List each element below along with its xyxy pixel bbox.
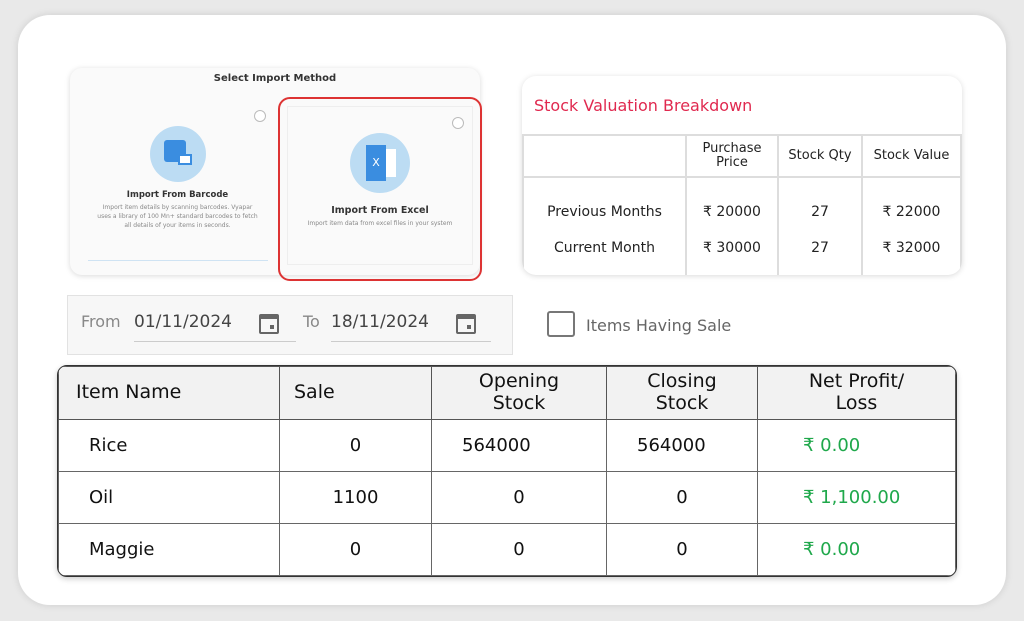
to-date-value: 18/11/2024 [331, 312, 429, 332]
items-having-sale-label: Items Having Sale [586, 316, 731, 335]
items-table: Item Name Sale Opening Stock Closing Sto… [57, 365, 957, 577]
import-excel-option[interactable]: X Import From Excel Import item data fro… [278, 97, 482, 281]
cell: ₹ 0.00 [758, 524, 956, 576]
calendar-icon[interactable] [259, 314, 279, 334]
cell: ₹ 0.00 [758, 420, 956, 472]
calendar-icon[interactable] [456, 314, 476, 334]
from-date-input[interactable]: 01/11/2024 [134, 306, 296, 342]
from-label: From [81, 312, 121, 331]
excel-radio[interactable] [452, 117, 464, 129]
import-barcode-option[interactable]: Import From Barcode Import item details … [95, 126, 260, 230]
purchase-price: ₹ 20000₹ 30000 [686, 177, 778, 275]
cell: 1100 [280, 472, 432, 524]
col-header: Net Profit/ Loss [758, 367, 956, 420]
excel-desc: Import item data from excel files in you… [290, 219, 470, 228]
cell: 0 [607, 524, 758, 576]
cell: 564000 [607, 420, 758, 472]
excel-icon: X [350, 133, 410, 193]
valuation-table: Purchase PriceStock QtyStock Value Previ… [522, 134, 962, 275]
cell: Oil [59, 472, 280, 524]
valuation-title: Stock Valuation Breakdown [534, 96, 752, 115]
col-header: Sale [280, 367, 432, 420]
import-title: Select Import Method [70, 73, 480, 84]
items-having-sale-checkbox[interactable] [547, 311, 575, 337]
col-header: Purchase Price [686, 135, 778, 177]
col-header: Item Name [59, 367, 280, 420]
cell: 564000 [432, 420, 607, 472]
barcode-box-icon [150, 126, 206, 182]
col-header: Opening Stock [432, 367, 607, 420]
cell: 0 [280, 524, 432, 576]
col-header [523, 135, 686, 177]
col-header: Stock Value [862, 135, 961, 177]
col-header: Stock Qty [778, 135, 862, 177]
cell: ₹ 1,100.00 [758, 472, 956, 524]
cell: 0 [607, 472, 758, 524]
stock-valuation-card: Stock Valuation Breakdown Purchase Price… [522, 76, 962, 275]
stock-qty: 2727 [778, 177, 862, 275]
date-filter: From 01/11/2024 To 18/11/2024 [67, 295, 513, 355]
barcode-radio[interactable] [254, 110, 266, 122]
cell: 0 [432, 472, 607, 524]
row-labels: Previous MonthsCurrent Month [523, 177, 686, 275]
stock-value: ₹ 22000₹ 32000 [862, 177, 961, 275]
table-row: Oil110000₹ 1,100.00 [59, 472, 956, 524]
cell: Maggie [59, 524, 280, 576]
cell: Rice [59, 420, 280, 472]
excel-title: Import From Excel [290, 205, 470, 216]
table-row: Maggie000₹ 0.00 [59, 524, 956, 576]
barcode-title: Import From Barcode [95, 190, 260, 200]
cell: 0 [280, 420, 432, 472]
from-date-value: 01/11/2024 [134, 312, 232, 332]
to-label: To [303, 312, 320, 331]
table-row: Rice0564000564000₹ 0.00 [59, 420, 956, 472]
divider [88, 260, 268, 261]
cell: 0 [432, 524, 607, 576]
barcode-desc: Import item details by scanning barcodes… [95, 203, 260, 230]
to-date-input[interactable]: 18/11/2024 [331, 306, 491, 342]
col-header: Closing Stock [607, 367, 758, 420]
